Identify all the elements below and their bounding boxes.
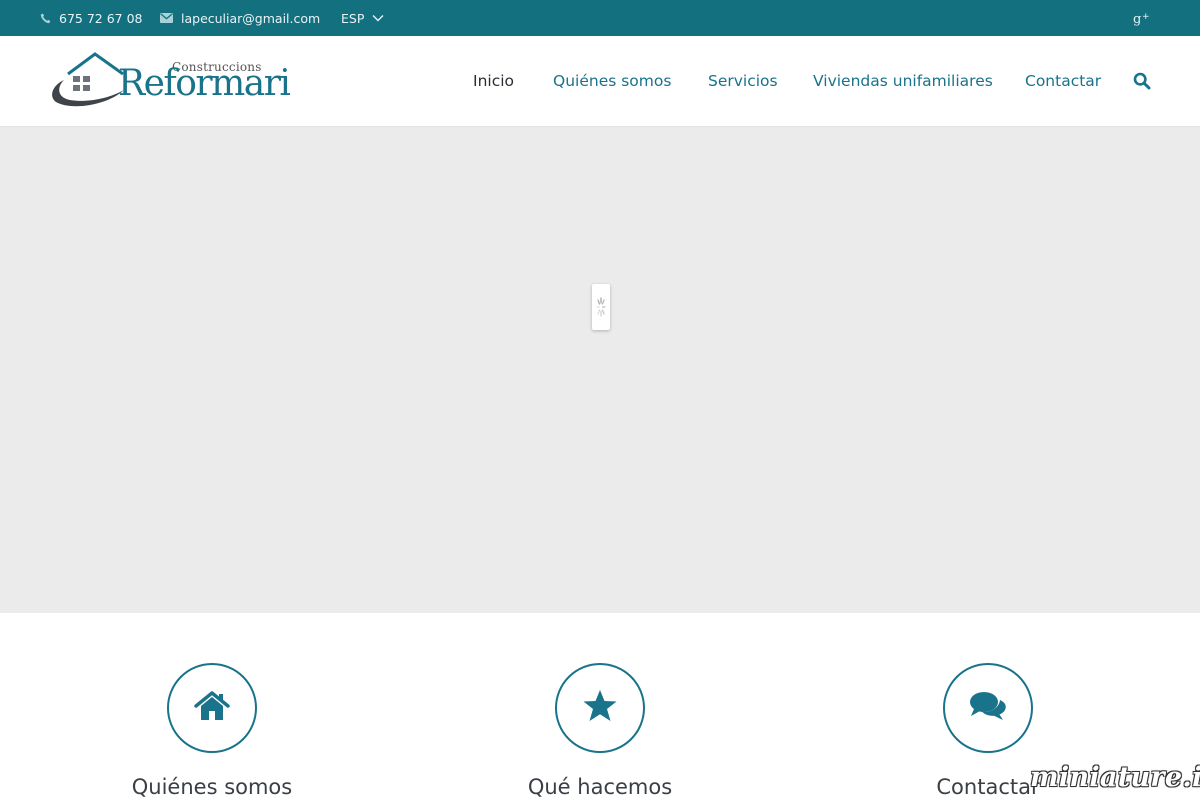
watermark: miniature.io	[1030, 762, 1200, 793]
nav-item-inicio[interactable]: Inicio	[473, 72, 514, 90]
email-contact[interactable]: lapeculiar@gmail.com	[160, 0, 320, 36]
top-bar: 675 72 67 08 lapeculiar@gmail.com ESP g …	[0, 0, 1200, 36]
email-address: lapeculiar@gmail.com	[181, 10, 321, 26]
language-selector[interactable]: ESP	[341, 0, 384, 36]
google-plus-icon: g +	[1133, 11, 1150, 26]
google-plus-link[interactable]: g +	[1133, 0, 1150, 36]
hero-slider	[0, 127, 1200, 613]
phone-icon	[40, 13, 51, 24]
feature-title[interactable]: Qué hacemos	[450, 775, 750, 799]
site-header: Construccions Reformari Inicio Quiénes s…	[0, 36, 1200, 127]
feature-icon-button[interactable]	[555, 663, 645, 753]
phone-contact[interactable]: 675 72 67 08	[40, 0, 143, 36]
home-icon	[194, 691, 230, 725]
envelope-icon	[160, 13, 173, 23]
feature-que-hacemos: Qué hacemos	[450, 663, 750, 799]
svg-text:+: +	[1142, 12, 1150, 22]
svg-text:g: g	[1133, 12, 1141, 26]
loading-spinner	[592, 284, 610, 330]
nav-item-servicios[interactable]: Servicios	[708, 72, 778, 90]
nav-item-viviendas-unifamiliares[interactable]: Viviendas unifamiliares	[813, 72, 993, 90]
search-icon	[1133, 72, 1151, 94]
feature-quienes-somos: Quiénes somos	[62, 663, 362, 799]
feature-icon-button[interactable]	[943, 663, 1033, 753]
chevron-down-icon	[372, 14, 384, 22]
feature-icon-button[interactable]	[167, 663, 257, 753]
star-icon	[582, 689, 618, 727]
site-logo[interactable]: Construccions Reformari	[50, 50, 291, 112]
feature-title[interactable]: Quiénes somos	[62, 775, 362, 799]
comments-icon	[969, 690, 1007, 726]
phone-number: 675 72 67 08	[59, 10, 143, 26]
nav-item-contactar[interactable]: Contactar	[1025, 72, 1101, 90]
language-label: ESP	[341, 10, 365, 26]
search-button[interactable]	[1133, 72, 1153, 92]
logo-title: Reformari	[118, 63, 291, 104]
nav-item-quienes-somos[interactable]: Quiénes somos	[553, 72, 671, 90]
